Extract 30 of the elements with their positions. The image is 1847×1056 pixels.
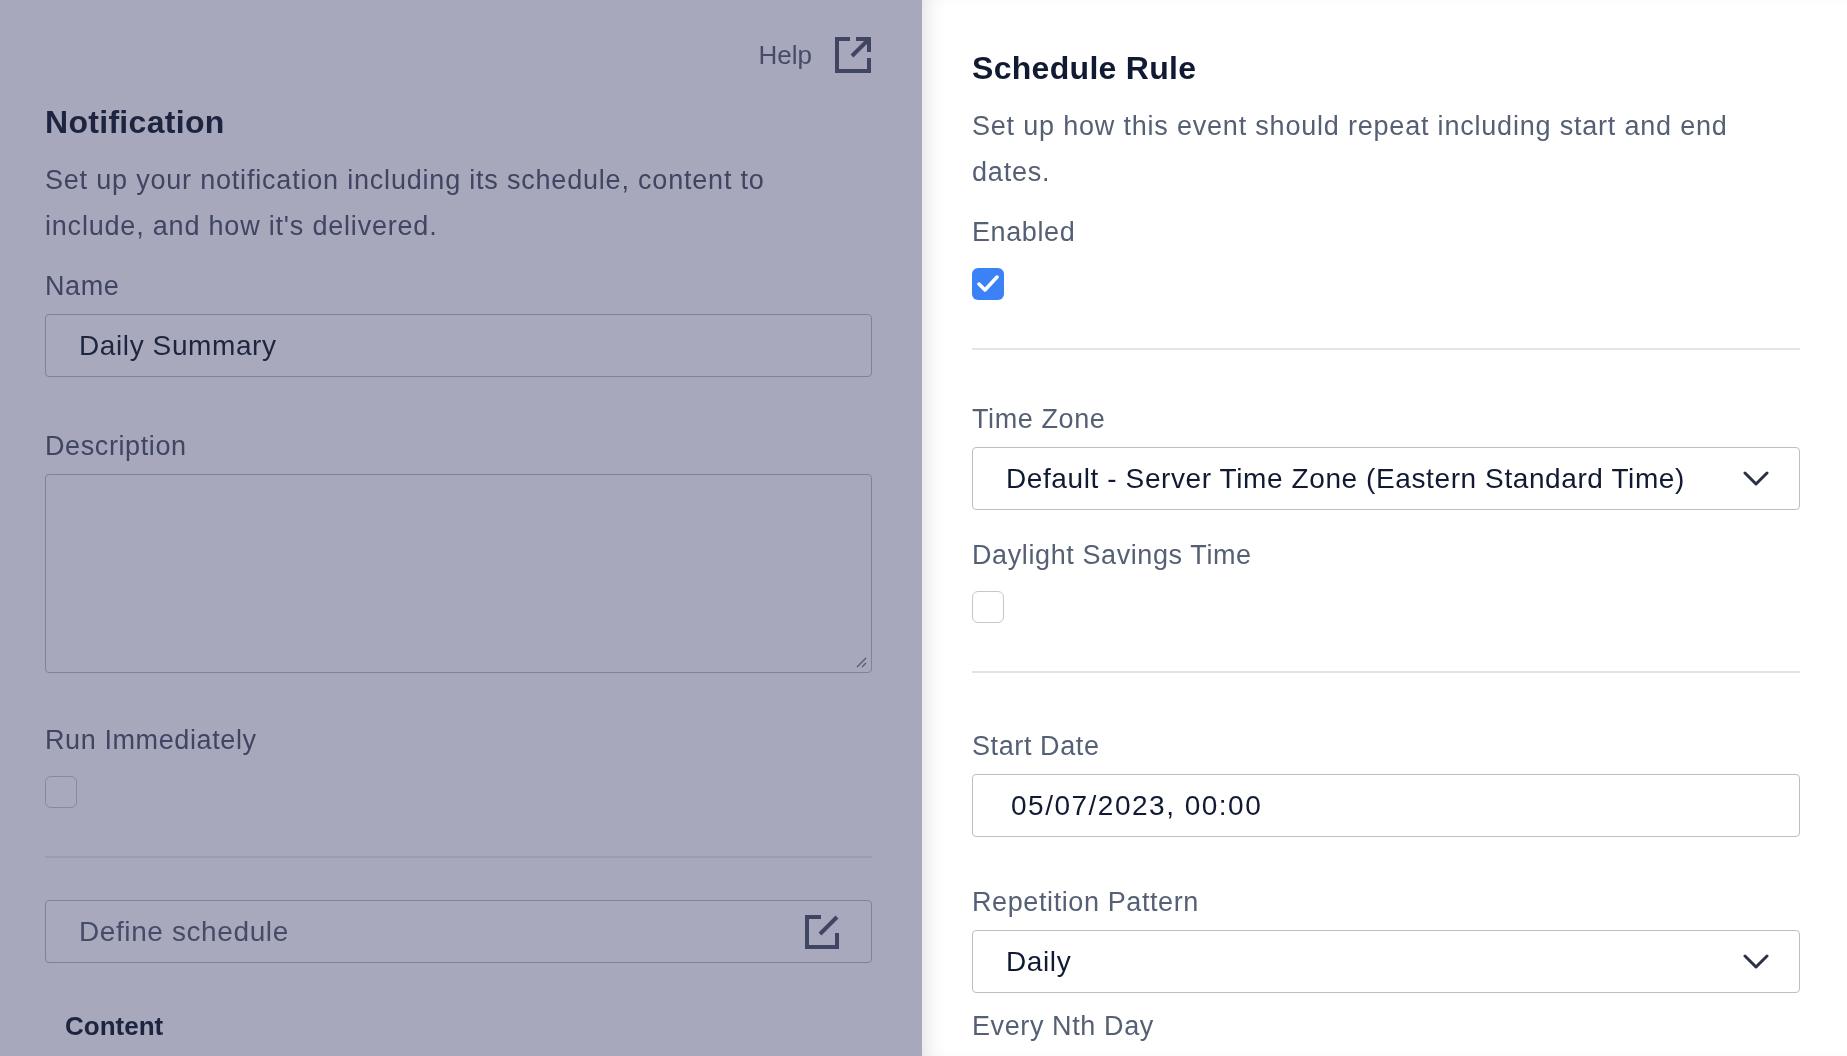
- checkbox[interactable]: [972, 268, 1004, 300]
- edit-icon[interactable]: [803, 912, 841, 951]
- panel-description: Set up your notification including its schedule, content to include, and how it's delivered.: [45, 164, 766, 243]
- panel-title: Notification: [45, 104, 226, 141]
- checkbox[interactable]: [45, 776, 77, 808]
- field-label: Repetition Pattern: [972, 887, 1200, 918]
- section-heading: Content: [65, 1011, 165, 1042]
- field-label: Daylight Savings Time: [972, 540, 1253, 571]
- field-label: Every Nth Day: [972, 1011, 1155, 1042]
- field-label: Time Zone: [972, 404, 1107, 435]
- field-label: Description: [45, 431, 188, 462]
- chevron-down-icon: [1743, 953, 1769, 970]
- chevron-down-icon: [1743, 470, 1769, 487]
- panel-description: Set up how this event should repeat including start and end dates.: [972, 110, 1729, 189]
- external-link-icon[interactable]: [834, 36, 872, 74]
- field-label: Run Immediately: [45, 725, 258, 756]
- name-field[interactable]: Daily Summary: [45, 314, 872, 377]
- start-date-field[interactable]: 05/07/2023, 00:00: [972, 774, 1800, 837]
- field-label: Start Date: [972, 731, 1101, 762]
- help-link[interactable]: Help: [758, 39, 812, 71]
- schedule-field[interactable]: Define schedule: [45, 900, 872, 963]
- resize-grip-icon[interactable]: [855, 656, 867, 668]
- checkmark-icon: [977, 275, 999, 293]
- description-field[interactable]: [45, 474, 872, 673]
- field-label: Enabled: [972, 217, 1077, 248]
- repetition-pattern-select[interactable]: Daily: [972, 930, 1800, 993]
- checkbox[interactable]: [972, 591, 1004, 623]
- field-label: Name: [45, 271, 121, 302]
- time-zone-select[interactable]: Default - Server Time Zone (Eastern Standard Time): [972, 447, 1800, 510]
- panel-title: Schedule Rule: [972, 50, 1198, 87]
